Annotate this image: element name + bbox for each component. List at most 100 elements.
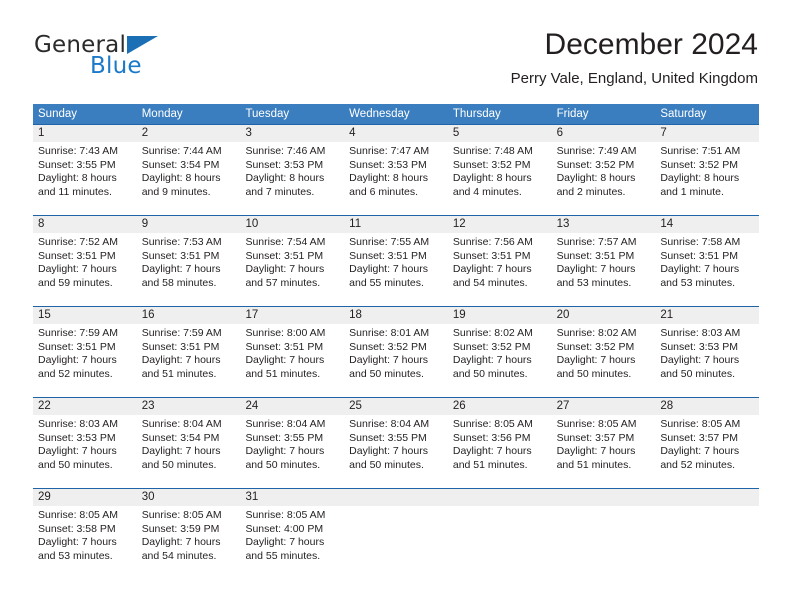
- daylight-text-line2: and 53 minutes.: [38, 549, 113, 562]
- day-cell[interactable]: 27 Sunrise: 8:05 AM Sunset: 3:57 PM Dayl…: [551, 398, 656, 476]
- day-cell[interactable]: 26 Sunrise: 8:05 AM Sunset: 3:56 PM Dayl…: [447, 398, 552, 476]
- sunrise-text: Sunrise: 8:03 AM: [660, 327, 741, 339]
- day-number: 22: [33, 398, 137, 415]
- daylight-text-line2: and 51 minutes.: [452, 458, 528, 471]
- day-cell[interactable]: 30 Sunrise: 8:05 AM Sunset: 3:59 PM Dayl…: [136, 489, 241, 567]
- sunrise-text: Sunrise: 8:05 AM: [556, 418, 637, 430]
- day-cell[interactable]: 15 Sunrise: 7:59 AM Sunset: 3:51 PM Dayl…: [33, 307, 137, 385]
- day-details: Sunrise: 8:05 AM Sunset: 3:56 PM Dayligh…: [448, 415, 552, 472]
- sunset-text: Sunset: 3:51 PM: [349, 249, 427, 262]
- day-number: 26: [447, 398, 552, 415]
- day-cell[interactable]: 28 Sunrise: 8:05 AM Sunset: 3:57 PM Dayl…: [655, 398, 760, 476]
- sunrise-text: Sunrise: 7:53 AM: [141, 236, 222, 248]
- day-details: Sunrise: 7:54 AM Sunset: 3:51 PM Dayligh…: [240, 233, 344, 290]
- generalblue-logo[interactable]: General Blue: [34, 32, 234, 88]
- sunrise-text: Sunrise: 8:05 AM: [245, 509, 326, 521]
- day-cell[interactable]: 10 Sunrise: 7:54 AM Sunset: 3:51 PM Dayl…: [240, 216, 345, 294]
- day-details: Sunrise: 7:48 AM Sunset: 3:52 PM Dayligh…: [448, 142, 552, 199]
- day-cell[interactable]: 6 Sunrise: 7:49 AM Sunset: 3:52 PM Dayli…: [551, 125, 656, 203]
- sunset-text: Sunset: 3:52 PM: [660, 158, 738, 171]
- daylight-text-line2: and 50 minutes.: [660, 367, 736, 380]
- sunrise-text: Sunrise: 8:05 AM: [452, 418, 533, 430]
- sunrise-text: Sunrise: 7:56 AM: [452, 236, 533, 248]
- day-number: [655, 489, 760, 506]
- sunrise-text: Sunrise: 7:49 AM: [556, 145, 637, 157]
- daylight-text-line2: and 50 minutes.: [556, 367, 632, 380]
- day-details: Sunrise: 8:02 AM Sunset: 3:52 PM Dayligh…: [448, 324, 552, 381]
- sunrise-text: Sunrise: 7:59 AM: [141, 327, 222, 339]
- day-cell-empty: [551, 489, 656, 567]
- day-details: Sunrise: 7:46 AM Sunset: 3:53 PM Dayligh…: [240, 142, 344, 199]
- daylight-text-line2: and 1 minute.: [660, 185, 724, 198]
- daylight-text-line1: Daylight: 7 hours: [245, 445, 325, 458]
- day-cell[interactable]: 24 Sunrise: 8:04 AM Sunset: 3:55 PM Dayl…: [240, 398, 345, 476]
- daylight-text-line2: and 50 minutes.: [38, 458, 113, 471]
- sunset-text: Sunset: 3:52 PM: [556, 340, 635, 353]
- day-number: 17: [240, 307, 345, 324]
- daylight-text-line1: Daylight: 7 hours: [556, 445, 636, 458]
- daylight-text-line2: and 55 minutes.: [349, 276, 424, 289]
- weekday-header-friday: Friday: [556, 108, 589, 120]
- daylight-text-line1: Daylight: 8 hours: [556, 172, 636, 185]
- daylight-text-line1: Daylight: 8 hours: [452, 172, 532, 185]
- day-cell[interactable]: 16 Sunrise: 7:59 AM Sunset: 3:51 PM Dayl…: [136, 307, 241, 385]
- day-cell[interactable]: 2 Sunrise: 7:44 AM Sunset: 3:54 PM Dayli…: [136, 125, 241, 203]
- daylight-text-line1: Daylight: 7 hours: [660, 445, 740, 458]
- day-cell-empty: [447, 489, 552, 567]
- day-cell[interactable]: 19 Sunrise: 8:02 AM Sunset: 3:52 PM Dayl…: [447, 307, 552, 385]
- sunrise-text: Sunrise: 7:59 AM: [38, 327, 118, 339]
- day-cell[interactable]: 1 Sunrise: 7:43 AM Sunset: 3:55 PM Dayli…: [33, 125, 137, 203]
- day-cell[interactable]: 4 Sunrise: 7:47 AM Sunset: 3:53 PM Dayli…: [344, 125, 448, 203]
- day-number: 27: [551, 398, 656, 415]
- daylight-text-line2: and 54 minutes.: [141, 549, 217, 562]
- daylight-text-line2: and 53 minutes.: [660, 276, 736, 289]
- sunrise-text: Sunrise: 8:04 AM: [245, 418, 326, 430]
- day-details: Sunrise: 7:52 AM Sunset: 3:51 PM Dayligh…: [33, 233, 137, 290]
- day-cell[interactable]: 20 Sunrise: 8:02 AM Sunset: 3:52 PM Dayl…: [551, 307, 656, 385]
- day-number: 6: [551, 125, 656, 142]
- day-cell[interactable]: 23 Sunrise: 8:04 AM Sunset: 3:54 PM Dayl…: [136, 398, 241, 476]
- daylight-text-line2: and 50 minutes.: [349, 458, 424, 471]
- sunset-text: Sunset: 3:51 PM: [141, 340, 220, 353]
- day-cell[interactable]: 22 Sunrise: 8:03 AM Sunset: 3:53 PM Dayl…: [33, 398, 137, 476]
- day-cell[interactable]: 29 Sunrise: 8:05 AM Sunset: 3:58 PM Dayl…: [33, 489, 137, 567]
- day-details: Sunrise: 7:49 AM Sunset: 3:52 PM Dayligh…: [552, 142, 656, 199]
- day-cell[interactable]: 9 Sunrise: 7:53 AM Sunset: 3:51 PM Dayli…: [136, 216, 241, 294]
- sunrise-text: Sunrise: 7:57 AM: [556, 236, 637, 248]
- daylight-text-line2: and 50 minutes.: [349, 367, 424, 380]
- day-number: 28: [655, 398, 760, 415]
- day-cell[interactable]: 13 Sunrise: 7:57 AM Sunset: 3:51 PM Dayl…: [551, 216, 656, 294]
- day-details: Sunrise: 7:53 AM Sunset: 3:51 PM Dayligh…: [137, 233, 241, 290]
- daylight-text-line1: Daylight: 7 hours: [452, 354, 532, 367]
- day-cell[interactable]: 17 Sunrise: 8:00 AM Sunset: 3:51 PM Dayl…: [240, 307, 345, 385]
- day-cell[interactable]: 12 Sunrise: 7:56 AM Sunset: 3:51 PM Dayl…: [447, 216, 552, 294]
- day-details: Sunrise: 8:05 AM Sunset: 4:00 PM Dayligh…: [240, 506, 344, 563]
- day-cell[interactable]: 3 Sunrise: 7:46 AM Sunset: 3:53 PM Dayli…: [240, 125, 345, 203]
- day-cell[interactable]: 7 Sunrise: 7:51 AM Sunset: 3:52 PM Dayli…: [655, 125, 760, 203]
- daylight-text-line2: and 53 minutes.: [556, 276, 632, 289]
- day-cell[interactable]: 8 Sunrise: 7:52 AM Sunset: 3:51 PM Dayli…: [33, 216, 137, 294]
- day-details: Sunrise: 8:03 AM Sunset: 3:53 PM Dayligh…: [33, 415, 137, 472]
- day-cell[interactable]: 31 Sunrise: 8:05 AM Sunset: 4:00 PM Dayl…: [240, 489, 345, 567]
- day-cell[interactable]: 11 Sunrise: 7:55 AM Sunset: 3:51 PM Dayl…: [344, 216, 448, 294]
- day-number: 1: [33, 125, 137, 142]
- day-cell[interactable]: 14 Sunrise: 7:58 AM Sunset: 3:51 PM Dayl…: [655, 216, 760, 294]
- weekday-header-wednesday: Wednesday: [349, 108, 410, 120]
- sunset-text: Sunset: 3:51 PM: [245, 340, 324, 353]
- day-number: 3: [240, 125, 345, 142]
- daylight-text-line1: Daylight: 7 hours: [141, 445, 221, 458]
- daylight-text-line2: and 58 minutes.: [141, 276, 217, 289]
- day-cell[interactable]: 21 Sunrise: 8:03 AM Sunset: 3:53 PM Dayl…: [655, 307, 760, 385]
- day-number: 13: [551, 216, 656, 233]
- day-number: 29: [33, 489, 137, 506]
- sunset-text: Sunset: 3:55 PM: [245, 431, 324, 444]
- sunrise-text: Sunrise: 8:00 AM: [245, 327, 326, 339]
- week-row: 8 Sunrise: 7:52 AM Sunset: 3:51 PM Dayli…: [33, 215, 760, 294]
- day-cell[interactable]: 18 Sunrise: 8:01 AM Sunset: 3:52 PM Dayl…: [344, 307, 448, 385]
- day-number: 10: [240, 216, 345, 233]
- sunset-text: Sunset: 3:57 PM: [556, 431, 635, 444]
- day-cell[interactable]: 5 Sunrise: 7:48 AM Sunset: 3:52 PM Dayli…: [447, 125, 552, 203]
- day-cell[interactable]: 25 Sunrise: 8:04 AM Sunset: 3:55 PM Dayl…: [344, 398, 448, 476]
- daylight-text-line1: Daylight: 7 hours: [349, 445, 428, 458]
- sunset-text: Sunset: 3:52 PM: [556, 158, 635, 171]
